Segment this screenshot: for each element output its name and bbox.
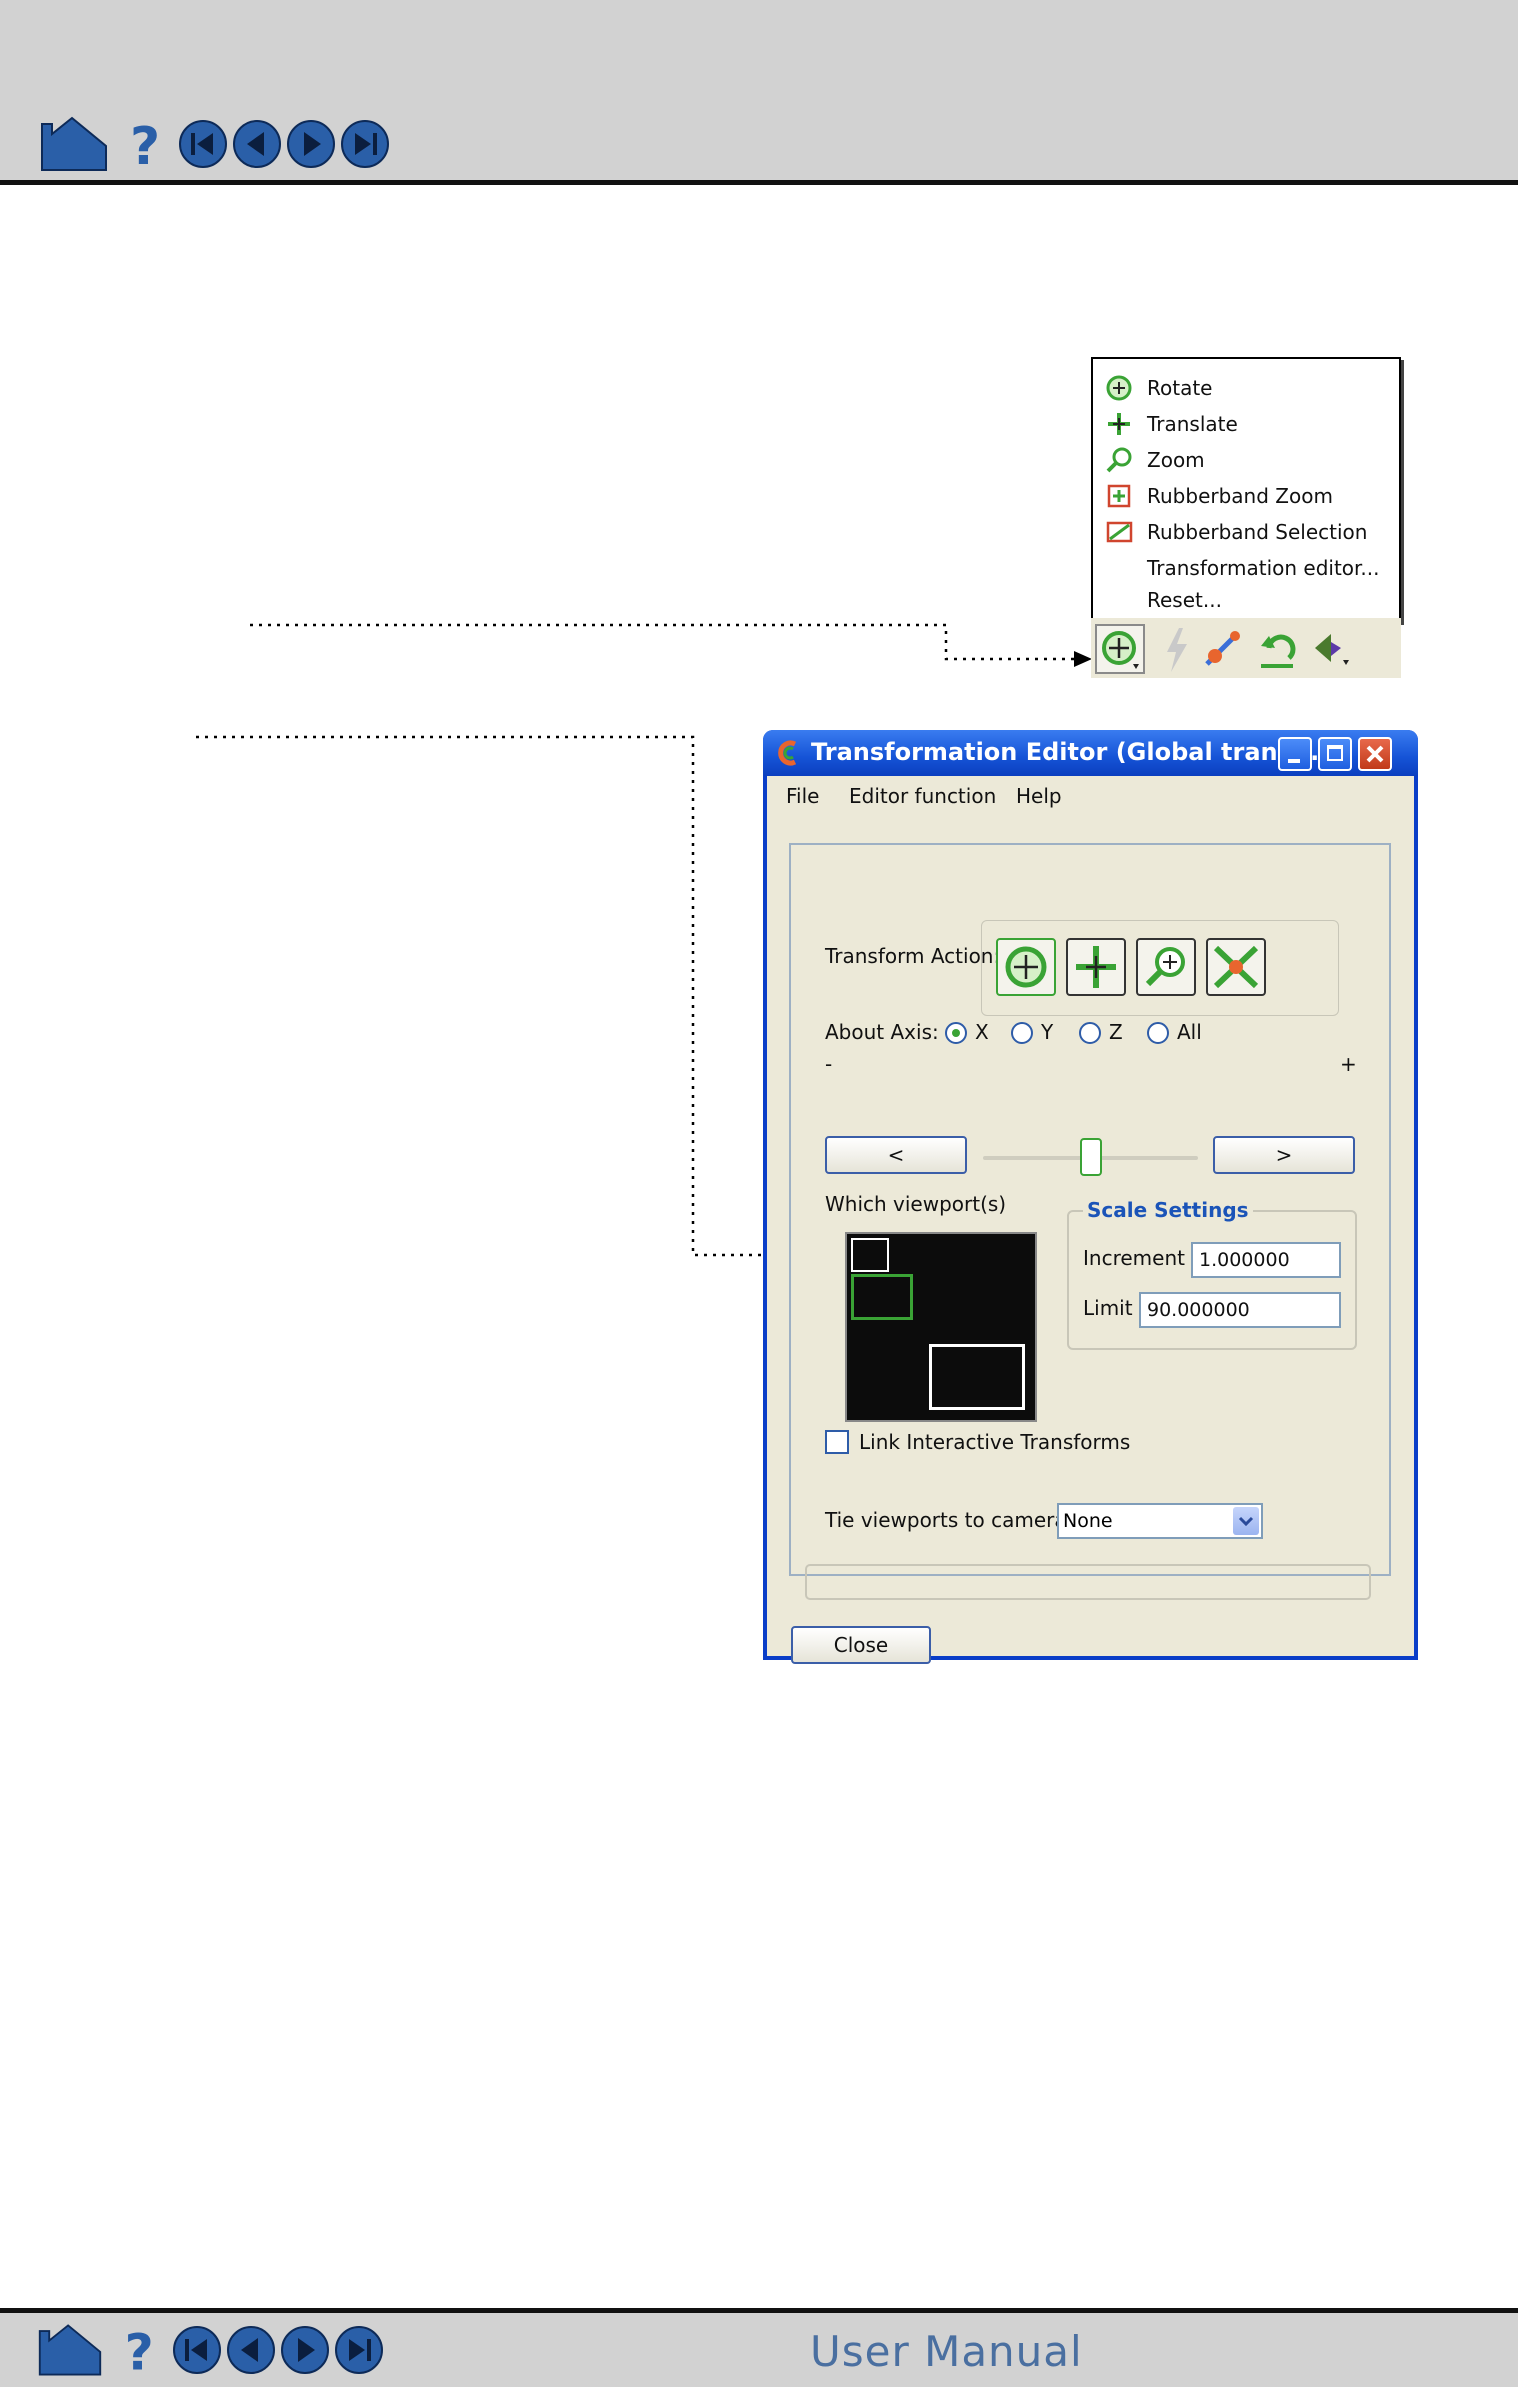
limit-field[interactable]: 90.000000	[1139, 1292, 1341, 1328]
viewport-1[interactable]	[851, 1238, 889, 1272]
tie-viewports-value: None	[1063, 1510, 1113, 1532]
chevron-down-icon	[1238, 1516, 1254, 1527]
minimize-icon	[1288, 759, 1300, 763]
link-transforms-label: Link Interactive Transforms	[859, 1430, 1131, 1454]
translate-icon	[1076, 946, 1116, 988]
limit-label: Limit	[1083, 1296, 1133, 1320]
menu-item-rotate[interactable]: Rotate	[1093, 371, 1399, 405]
next-page-icon[interactable]	[280, 2325, 330, 2375]
window-client-area: File Editor function Help Transform Acti…	[767, 776, 1414, 1664]
axis-y-radio[interactable]	[1011, 1022, 1033, 1044]
axis-x-label: X	[975, 1020, 989, 1044]
increment-button[interactable]: >	[1213, 1136, 1355, 1174]
rotate-action-button[interactable]	[996, 938, 1056, 996]
scale-settings-group	[1067, 1210, 1357, 1350]
user-manual-title: User Manual	[810, 2327, 1083, 2376]
axis-all-radio[interactable]	[1147, 1022, 1169, 1044]
decrement-button[interactable]: <	[825, 1136, 967, 1174]
viewport-selector[interactable]	[845, 1232, 1037, 1422]
close-button[interactable]: Close	[791, 1626, 931, 1664]
axis-y-label: Y	[1041, 1020, 1054, 1044]
menu-item-rubberband-zoom[interactable]: Rubberband Zoom	[1093, 479, 1399, 513]
menu-item-translate[interactable]: Translate	[1093, 407, 1399, 441]
tie-viewports-select[interactable]: None	[1057, 1503, 1263, 1539]
window-titlebar[interactable]: Transformation Editor (Global trans...	[763, 730, 1418, 776]
rotate-tool-icon[interactable]	[1095, 624, 1145, 674]
zoom-icon	[1103, 446, 1135, 474]
pick-icon[interactable]	[1199, 626, 1245, 672]
rotate-icon	[1103, 374, 1135, 402]
link-transforms-checkbox[interactable]	[825, 1430, 849, 1454]
view-direction-icon[interactable]	[1311, 628, 1361, 672]
viewport-3[interactable]	[929, 1344, 1025, 1410]
rotate-icon	[1005, 946, 1047, 988]
status-bar	[805, 1564, 1371, 1600]
menu-item-transformation-editor[interactable]: Transformation editor...	[1093, 551, 1399, 585]
slider-minus-label: -	[825, 1052, 833, 1076]
maximize-icon	[1327, 745, 1343, 761]
menu-editor-function[interactable]: Editor function	[849, 784, 996, 808]
axis-z-label: Z	[1109, 1020, 1123, 1044]
menu-item-reset[interactable]: Reset...	[1093, 583, 1399, 617]
lightning-icon[interactable]	[1161, 626, 1191, 674]
tie-viewports-label: Tie viewports to camera	[825, 1508, 1067, 1532]
slider-plus-label: +	[1340, 1052, 1357, 1076]
previous-page-icon[interactable]	[226, 2325, 276, 2375]
transform-popup-menu: Rotate Translate Zoom Rubberband Zoom Ru…	[1091, 357, 1401, 622]
rubberband-zoom-icon	[1103, 482, 1135, 510]
undo-icon[interactable]	[1255, 626, 1301, 672]
app-logo-icon	[778, 740, 797, 766]
zoom-action-button[interactable]	[1136, 938, 1196, 996]
which-viewports-label: Which viewport(s)	[825, 1192, 1007, 1216]
transform-action-label: Transform Action:	[825, 944, 1001, 968]
fit-view-icon	[1213, 945, 1259, 989]
increment-label: Increment	[1083, 1246, 1185, 1270]
axis-x-radio[interactable]	[945, 1022, 967, 1044]
increment-field[interactable]: 1.000000	[1191, 1242, 1341, 1278]
menu-item-zoom[interactable]: Zoom	[1093, 443, 1399, 477]
menu-item-rubberband-selection[interactable]: Rubberband Selection	[1093, 515, 1399, 549]
transformation-editor-window: Transformation Editor (Global trans... F…	[763, 730, 1418, 1664]
axis-all-label: All	[1177, 1020, 1202, 1044]
bottom-nav-icons: ?	[36, 2323, 388, 2377]
rubberband-selection-icon	[1103, 518, 1135, 546]
translate-icon	[1103, 410, 1135, 438]
zoom-icon	[1145, 947, 1185, 987]
dropdown-button[interactable]	[1233, 1507, 1259, 1535]
scale-settings-title: Scale Settings	[1083, 1198, 1253, 1222]
close-window-button[interactable]	[1358, 737, 1392, 771]
last-page-icon[interactable]	[334, 2325, 384, 2375]
minimize-button[interactable]	[1278, 737, 1312, 771]
menu-help[interactable]: Help	[1016, 784, 1062, 808]
bottom-navigation-bar: ? User Manual	[0, 2308, 1518, 2387]
viewport-2-selected[interactable]	[851, 1274, 913, 1320]
translate-action-button[interactable]	[1066, 938, 1126, 996]
window-title: Transformation Editor (Global trans...	[811, 738, 1320, 766]
maximize-button[interactable]	[1318, 737, 1352, 771]
home-icon[interactable]	[36, 2323, 104, 2377]
first-page-icon[interactable]	[172, 2325, 222, 2375]
transform-toolbar	[1091, 618, 1401, 678]
about-axis-label: About Axis:	[825, 1020, 939, 1044]
transform-action-group	[981, 920, 1339, 1016]
menu-bar: File Editor function Help	[767, 776, 1414, 816]
svg-text:?: ?	[125, 2323, 154, 2377]
help-icon[interactable]: ?	[118, 2323, 162, 2377]
menu-file[interactable]: File	[786, 784, 819, 808]
slider-thumb[interactable]	[1079, 1138, 1102, 1176]
maximize-action-button[interactable]	[1206, 938, 1266, 996]
callout-arrowhead	[1074, 651, 1092, 667]
close-icon	[1366, 745, 1384, 763]
axis-z-radio[interactable]	[1079, 1022, 1101, 1044]
